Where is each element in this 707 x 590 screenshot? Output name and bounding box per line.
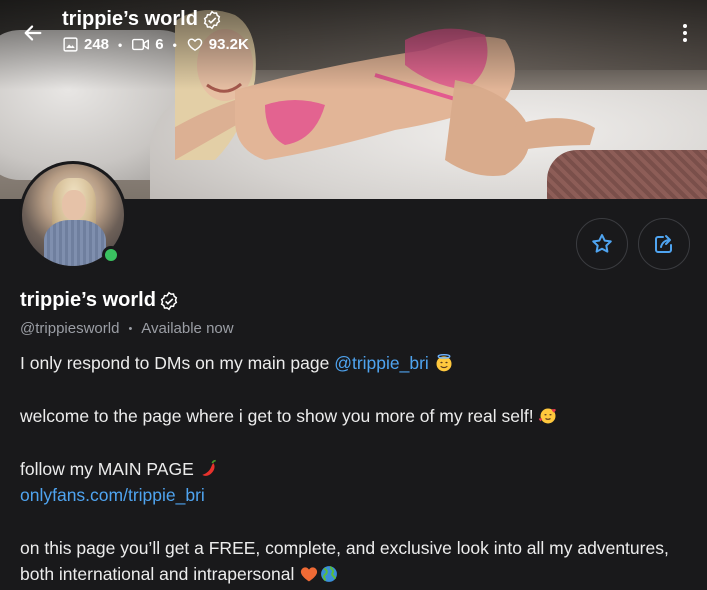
bio-line-4: onlyfans.com/trippie_bri [20,483,690,508]
bio-line-6: both international and intrapersonal [20,562,690,587]
photos-stat[interactable]: 248 [62,36,109,53]
more-options-button[interactable] [675,20,695,46]
video-icon [132,38,150,51]
heart-icon [187,38,203,51]
header-stats: 248 • 6 • 93.2K [62,36,249,53]
chili-pepper-emoji-icon [201,459,216,476]
share-icon [655,235,672,253]
more-vertical-icon-dot [683,38,687,42]
bio-line-2: welcome to the page where i get to show … [20,404,690,429]
profile-name-row: trippie’s world [20,289,179,312]
back-button[interactable] [18,18,48,48]
handle-separator: • [128,322,133,335]
avatar-face [62,190,86,220]
videos-stat[interactable]: 6 [131,36,164,53]
bio-line-1: I only respond to DMs on my main page @t… [20,351,690,376]
bio-text: both international and intrapersonal [20,564,295,584]
header-title: trippie’s world [62,8,198,30]
verified-icon [203,10,221,29]
favorite-button[interactable] [576,218,628,270]
smiling-halo-emoji-icon [436,354,452,372]
share-button[interactable] [638,218,690,270]
profile-name: trippie’s world [20,289,156,311]
likes-count: 93.2K [208,36,249,53]
mention-link[interactable]: @trippie_bri [334,353,429,373]
stats-separator: • [118,37,123,52]
profile-handle-row: @trippiesworld • Available now [20,320,234,337]
back-arrow-icon [24,25,42,41]
globe-emoji-icon [321,566,338,582]
bio-text: follow my MAIN PAGE [20,459,194,479]
online-status-dot [102,246,120,264]
star-icon [592,234,612,253]
videos-count: 6 [155,36,164,53]
orange-heart-emoji-icon [301,567,318,582]
header-title-row: trippie’s world [62,8,222,31]
availability-status: Available now [141,320,234,337]
top-bar: trippie’s world 248 • 6 • 93.2K [0,0,707,70]
main-page-link[interactable]: onlyfans.com/trippie_bri [20,485,205,505]
bio-text: welcome to the page where i get to show … [20,406,534,426]
avatar-sweater [44,220,106,266]
stats-separator: • [172,37,177,52]
bio-line-5: on this page you’ll get a FREE, complete… [20,536,690,561]
bio-text: I only respond to DMs on my main page [20,353,335,373]
verified-icon [160,291,178,310]
photos-count: 248 [84,36,110,53]
smiling-hearts-emoji-icon [539,408,557,424]
more-vertical-icon [683,24,687,28]
image-icon [63,37,78,52]
more-vertical-icon-dot [683,31,687,35]
profile-handle[interactable]: @trippiesworld [20,320,119,337]
bio-line-3: follow my MAIN PAGE [20,457,690,482]
likes-stat: 93.2K [186,36,249,53]
bio-text: on this page you’ll get a FREE, complete… [20,538,669,558]
